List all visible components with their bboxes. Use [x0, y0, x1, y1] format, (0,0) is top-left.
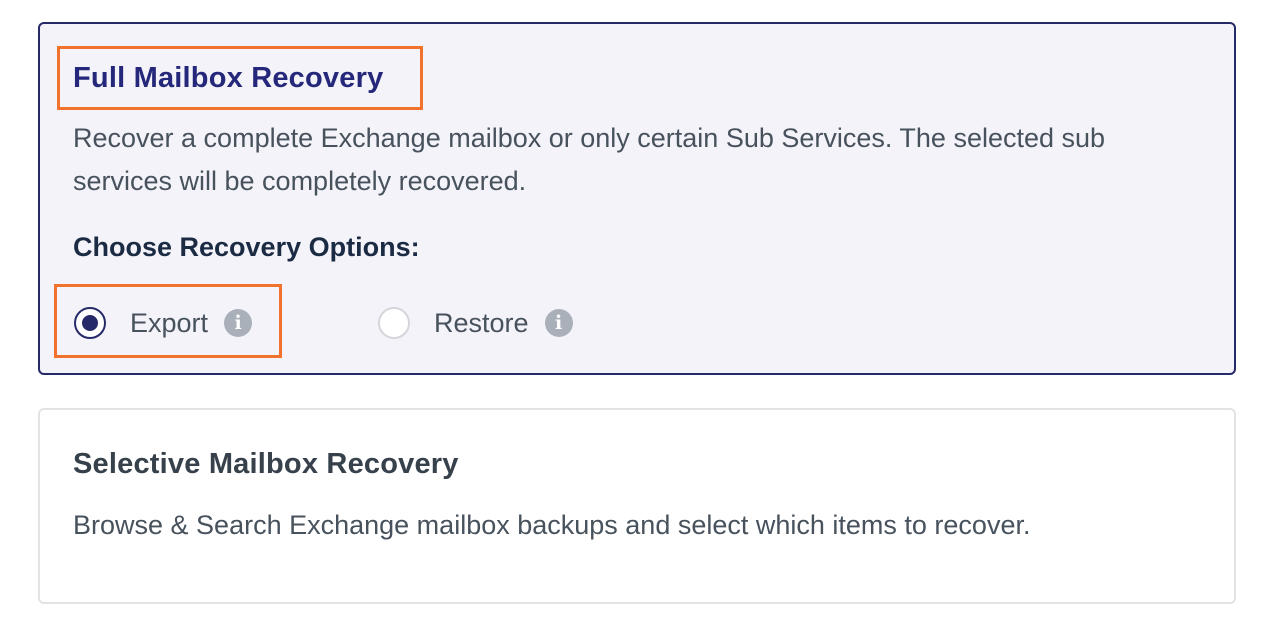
full-recovery-description: Recover a complete Exchange mailbox or o…	[73, 123, 1106, 196]
full-mailbox-recovery-card[interactable]: Full Mailbox Recovery Recover a complete…	[38, 22, 1236, 375]
restore-radio-button[interactable]	[378, 307, 410, 339]
restore-label: Restore	[434, 307, 529, 338]
selective-recovery-title: Selective Mailbox Recovery	[73, 448, 459, 480]
restore-radio-option[interactable]: Restore i	[378, 306, 573, 340]
info-icon[interactable]: i	[544, 309, 573, 337]
title-highlight-box	[57, 46, 423, 110]
selective-mailbox-recovery-card[interactable]: Selective Mailbox Recovery Browse & Sear…	[38, 408, 1236, 604]
export-highlight-box	[54, 284, 282, 358]
selective-recovery-description: Browse & Search Exchange mailbox backups…	[73, 510, 1031, 540]
recovery-options-label: Choose Recovery Options:	[73, 232, 420, 262]
